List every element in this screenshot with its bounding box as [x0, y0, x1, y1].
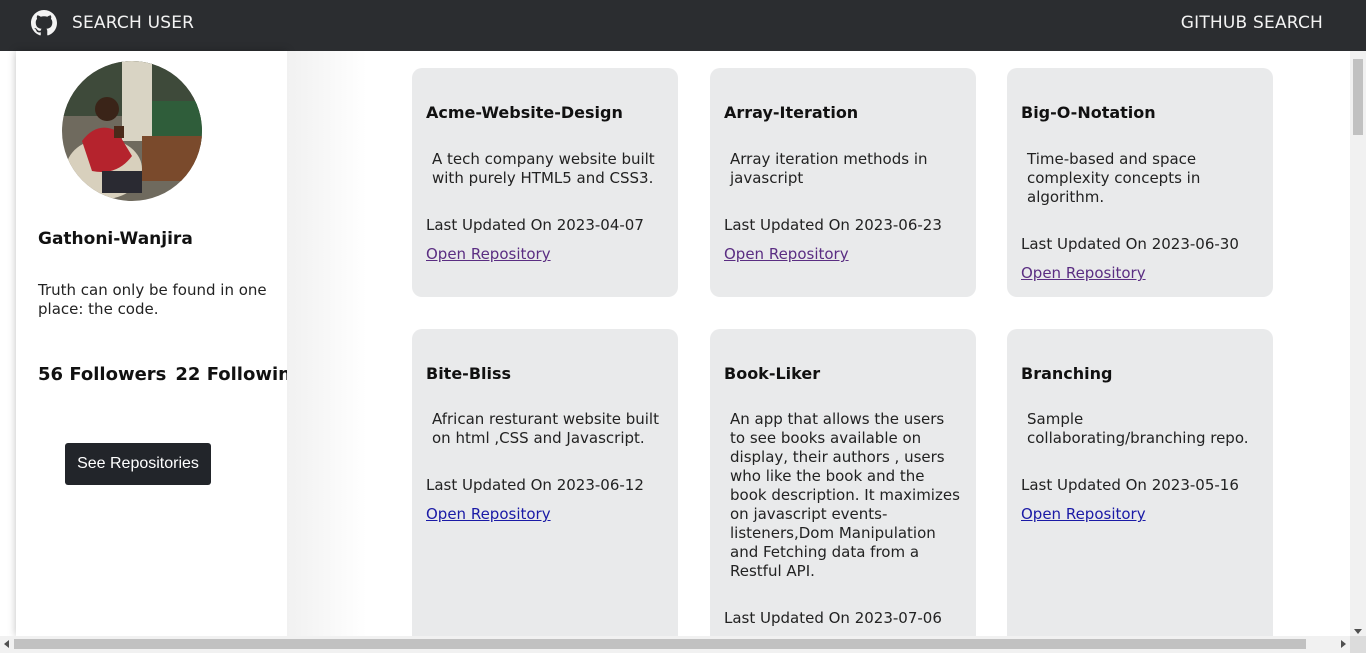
scrollbar-corner	[1350, 636, 1366, 653]
repo-updated: Last Updated On 2023-06-23	[724, 216, 942, 234]
repo-updated: Last Updated On 2023-07-06	[724, 609, 942, 627]
scroll-left-arrow-icon[interactable]	[4, 640, 9, 648]
top-navbar: SEARCH USER GITHUB SEARCH	[0, 0, 1366, 51]
repo-updated: Last Updated On 2023-06-12	[426, 476, 644, 494]
profile-panel: Gathoni-Wanjira Truth can only be found …	[16, 51, 304, 636]
repo-description: A tech company website built with purely…	[432, 150, 655, 187]
repo-updated: Last Updated On 2023-05-16	[1021, 476, 1239, 494]
repo-name: Array-Iteration	[724, 103, 859, 122]
followers-count: 56 Followers	[38, 364, 167, 385]
github-search-link[interactable]: GITHUB SEARCH	[1181, 13, 1323, 33]
see-repositories-button[interactable]: See Repositories	[65, 443, 211, 485]
user-avatar-photo	[62, 61, 202, 201]
horizontal-scrollbar[interactable]	[0, 636, 1350, 653]
user-avatar	[62, 61, 202, 201]
repo-name: Acme-Website-Design	[426, 103, 623, 122]
repo-card: Big-O-Notation Time-based and space comp…	[1007, 68, 1273, 297]
follow-stats: 56 Followers 22 Following	[38, 364, 304, 385]
horizontal-scroll-thumb[interactable]	[14, 639, 1306, 649]
repo-name: Bite-Bliss	[426, 364, 512, 383]
repo-name: Book-Liker	[724, 364, 821, 383]
following-count: 22 Following	[175, 364, 304, 385]
repo-description: Sample collaborating/branching repo.	[1027, 410, 1249, 447]
open-repository-link[interactable]: Open Repository	[426, 245, 551, 263]
repo-description: African resturant website built on html …	[432, 410, 659, 447]
profile-bio: Truth can only be found in one place: th…	[38, 281, 267, 318]
vertical-scrollbar[interactable]	[1350, 51, 1366, 636]
repo-card: Bite-Bliss African resturant website bui…	[412, 329, 678, 636]
repo-name: Branching	[1021, 364, 1113, 383]
repo-card: Branching Sample collaborating/branching…	[1007, 329, 1273, 636]
main-area-edge	[287, 51, 367, 636]
open-repository-link[interactable]: Open Repository	[724, 245, 849, 263]
repo-updated: Last Updated On 2023-06-30	[1021, 235, 1239, 253]
repo-grid: Acme-Website-Design A tech company websi…	[412, 68, 1273, 636]
scroll-right-arrow-icon[interactable]	[1341, 640, 1346, 648]
repo-updated: Last Updated On 2023-04-07	[426, 216, 644, 234]
repo-description: Array iteration methods in javascript	[730, 150, 928, 187]
search-user-link[interactable]: SEARCH USER	[72, 13, 194, 33]
repo-description: An app that allows the users to see book…	[730, 410, 960, 580]
repo-name: Big-O-Notation	[1021, 103, 1156, 122]
scroll-down-arrow-icon[interactable]	[1354, 629, 1362, 634]
github-icon[interactable]	[31, 10, 57, 36]
repo-card: Array-Iteration Array iteration methods …	[710, 68, 976, 297]
open-repository-link[interactable]: Open Repository	[1021, 264, 1146, 282]
vertical-scroll-thumb[interactable]	[1353, 59, 1363, 135]
open-repository-link[interactable]: Open Repository	[1021, 505, 1146, 523]
repo-card: Book-Liker An app that allows the users …	[710, 329, 976, 636]
repo-description: Time-based and space complexity concepts…	[1027, 150, 1201, 206]
repo-card: Acme-Website-Design A tech company websi…	[412, 68, 678, 297]
profile-name: Gathoni-Wanjira	[38, 229, 193, 249]
open-repository-link[interactable]: Open Repository	[426, 505, 551, 523]
